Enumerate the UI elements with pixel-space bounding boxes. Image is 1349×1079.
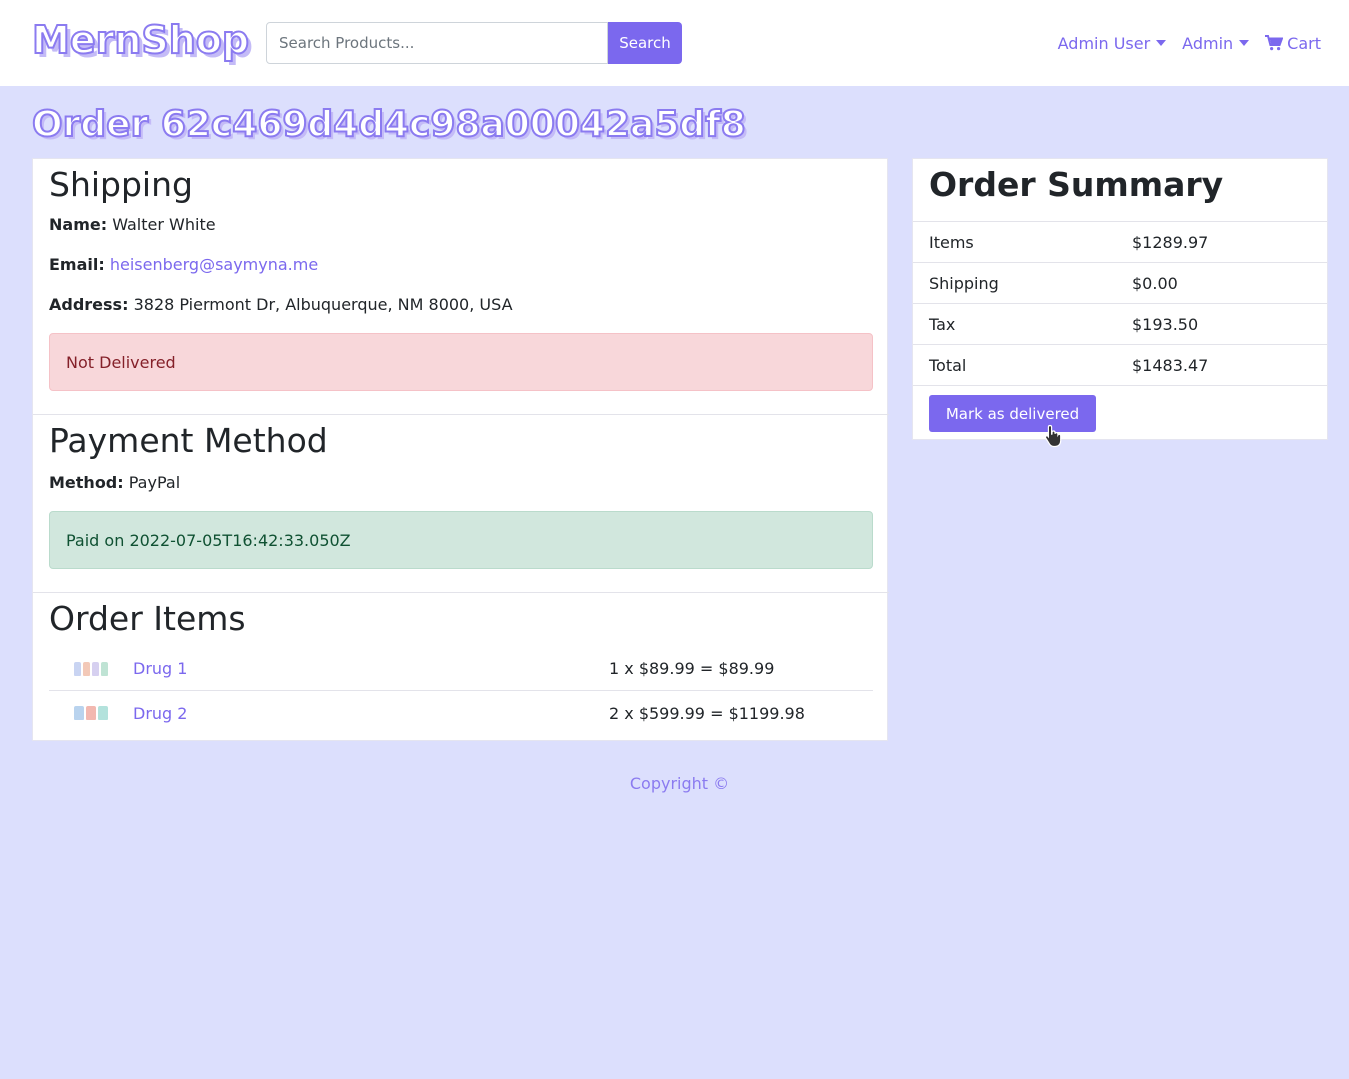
summary-value: $1483.47 — [1132, 356, 1209, 375]
summary-label: Items — [929, 233, 974, 252]
nav-menu: Admin User Admin Cart — [1058, 31, 1321, 55]
summary-label: Tax — [929, 315, 956, 334]
caret-down-icon — [1156, 40, 1167, 46]
search-input[interactable] — [266, 22, 608, 64]
brand-logo[interactable]: MernShop — [31, 17, 250, 63]
product-link[interactable]: Drug 2 — [133, 704, 187, 723]
order-items-heading: Order Items — [49, 599, 246, 638]
method-value: PayPal — [128, 473, 181, 492]
address-value: 3828 Piermont Dr, Albuquerque, NM 8000, … — [133, 295, 513, 314]
name-value: Walter White — [112, 215, 216, 234]
product-thumbnail — [49, 699, 133, 727]
mark-delivered-button[interactable]: Mark as delivered — [929, 395, 1096, 432]
payment-status-alert: Paid on 2022-07-05T16:42:33.050Z — [49, 511, 873, 569]
cart-icon — [1265, 35, 1284, 51]
shipping-address: Address: 3828 Piermont Dr, Albuquerque, … — [49, 295, 513, 314]
summary-label: Shipping — [929, 274, 999, 293]
order-summary-card: Order Summary Items $1289.97 Shipping $0… — [912, 158, 1328, 440]
item-price: 1 x $89.99 = $89.99 — [609, 659, 775, 678]
admin-dropdown[interactable]: Admin — [1182, 33, 1250, 53]
delivery-status-alert: Not Delivered — [49, 333, 873, 391]
name-label: Name: — [49, 215, 108, 234]
page-title: Order 62c469d4d4c98a00042a5df8 — [31, 103, 747, 146]
summary-row-total: Total $1483.47 — [913, 344, 1327, 385]
caret-down-icon — [1239, 40, 1250, 46]
hand-cursor-icon — [1044, 424, 1064, 452]
user-dropdown-label: Admin User — [1057, 33, 1151, 53]
summary-row-tax: Tax $193.50 — [913, 303, 1327, 344]
order-details-card: Shipping Payment Method Order Items Name… — [32, 158, 889, 741]
summary-label: Total — [929, 356, 967, 375]
product-thumbnail — [49, 655, 133, 683]
cart-label: Cart — [1287, 33, 1321, 53]
search-button[interactable]: Search — [608, 22, 682, 64]
summary-row-items: Items $1289.97 — [913, 221, 1327, 262]
summary-value: $193.50 — [1132, 315, 1199, 334]
shipping-email: Email: heisenberg@saymyna.me — [49, 255, 318, 274]
payment-method: Method: PayPal — [49, 473, 180, 492]
summary-row-shipping: Shipping $0.00 — [913, 262, 1327, 303]
navbar: MernShop Search Admin User Admin Cart — [0, 0, 1349, 86]
method-label: Method: — [49, 473, 124, 492]
user-dropdown[interactable]: Admin User — [1058, 34, 1167, 53]
order-item-row: Drug 1 1 x $89.99 = $89.99 — [49, 647, 873, 691]
item-price: 2 x $599.99 = $1199.98 — [609, 703, 805, 723]
summary-value: $1289.97 — [1132, 233, 1209, 252]
footer: Copyright © — [0, 774, 1349, 793]
email-label: Email: — [49, 255, 105, 274]
product-link[interactable]: Drug 1 — [133, 659, 187, 678]
payment-heading: Payment Method — [49, 421, 328, 460]
shipping-heading: Shipping — [49, 165, 193, 204]
cart-link[interactable]: Cart — [1265, 34, 1321, 53]
copyright-text: Copyright © — [629, 774, 730, 793]
order-item-row: Drug 2 2 x $599.99 = $1199.98 — [49, 691, 873, 735]
admin-dropdown-label: Admin — [1182, 33, 1234, 53]
address-label: Address: — [49, 295, 129, 314]
order-summary-heading: Order Summary — [929, 165, 1224, 204]
summary-value: $0.00 — [1132, 274, 1178, 293]
summary-action-row: Mark as delivered — [913, 385, 1327, 440]
shipping-name: Name: Walter White — [49, 215, 216, 234]
email-link[interactable]: heisenberg@saymyna.me — [110, 255, 318, 274]
